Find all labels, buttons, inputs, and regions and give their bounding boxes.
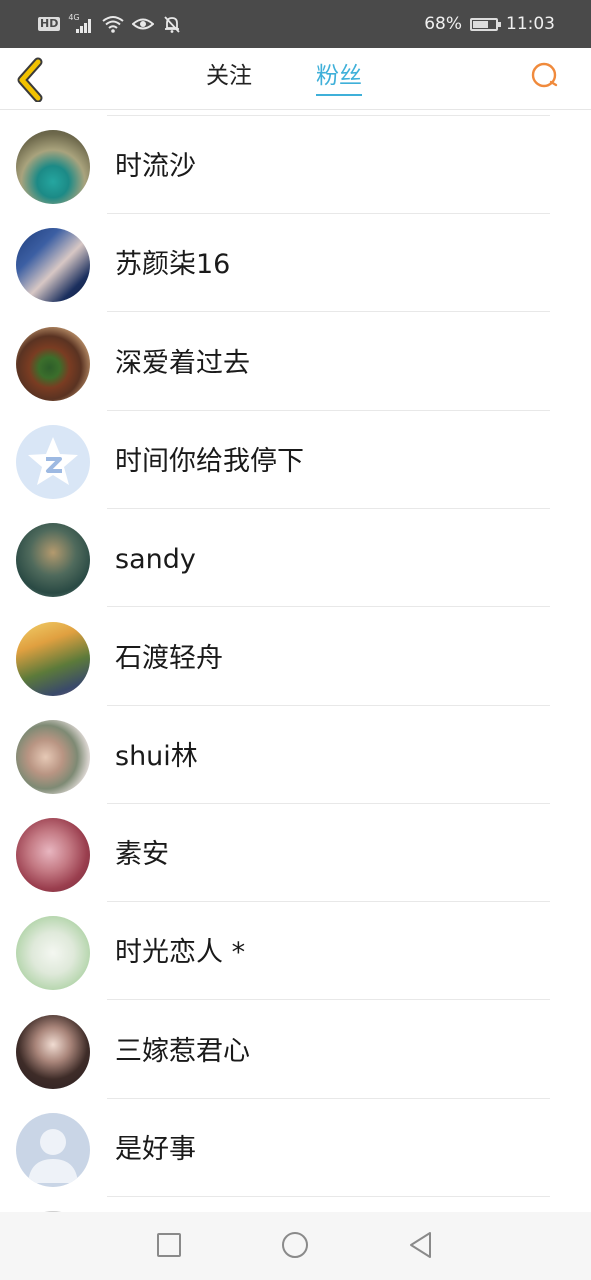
- fan-row[interactable]: 时流沙: [0, 116, 591, 214]
- avatar[interactable]: [16, 523, 90, 598]
- hd-badge: HD: [38, 17, 61, 31]
- avatar[interactable]: [16, 818, 90, 893]
- status-bar: HD 4G 68% 11:03: [0, 0, 591, 48]
- search-button[interactable]: [529, 60, 561, 92]
- recent-apps-button[interactable]: [154, 1230, 184, 1260]
- avatar[interactable]: [16, 1113, 90, 1187]
- avatar[interactable]: [16, 621, 90, 696]
- tab-follow[interactable]: 关注: [206, 58, 252, 98]
- avatar[interactable]: [16, 1014, 90, 1089]
- battery-icon: [470, 17, 501, 31]
- fan-row[interactable]: 深爱着过去: [0, 313, 591, 411]
- avatar[interactable]: [16, 719, 90, 794]
- eye-comfort-icon: [132, 18, 155, 30]
- default-avatar-star-icon: [28, 436, 78, 485]
- tab-follow-label: 关注: [206, 63, 252, 89]
- search-icon: [531, 62, 558, 88]
- fan-list: 时流沙苏颜柒16 深爱着过去时间你给我停下 sandy 石渡轻舟 shui林素安时光恋人…: [0, 110, 591, 1212]
- status-right: 68% 11:03: [424, 10, 555, 38]
- fan-row[interactable]: 时间你给我停下: [0, 411, 591, 509]
- list-divider: [107, 1196, 550, 1197]
- fan-name: 时光恋人 *: [115, 937, 246, 969]
- fan-name: 三嫁惹君心: [115, 1035, 250, 1067]
- fan-row[interactable]: 素安: [0, 804, 591, 903]
- recent-apps-icon: [157, 1233, 181, 1257]
- back-icon: [410, 1232, 431, 1258]
- avatar[interactable]: [16, 326, 90, 401]
- app-header: 关注 粉丝: [0, 48, 591, 110]
- fan-name: 苏颜柒16: [115, 249, 231, 281]
- fan-row[interactable]: 苏颜柒16: [0, 214, 591, 313]
- fan-row[interactable]: 三嫁惹君心: [0, 1001, 591, 1099]
- network-type-label: 4G: [68, 13, 80, 22]
- fan-row[interactable]: 时光恋人 *: [0, 902, 591, 1001]
- fan-row[interactable]: shui林: [0, 706, 591, 804]
- bell-muted-icon: [164, 16, 181, 33]
- active-tab-indicator: [316, 94, 362, 96]
- home-icon: [282, 1232, 308, 1258]
- wifi-icon: [102, 16, 124, 33]
- back-button[interactable]: [12, 54, 52, 103]
- fan-row[interactable]: 是好事: [0, 1099, 591, 1197]
- battery-fill: [473, 20, 488, 28]
- fan-name: 时间你给我停下: [115, 445, 304, 477]
- cell-signal-icon: 4G: [68, 13, 94, 33]
- fan-row[interactable]: 石渡轻舟: [0, 608, 591, 706]
- default-avatar-person-icon: [28, 1129, 78, 1183]
- tab-fans-label: 粉丝: [316, 63, 362, 89]
- fan-name: 深爱着过去: [115, 347, 250, 379]
- battery-percent: 68%: [424, 14, 462, 34]
- fan-row[interactable]: sandy: [0, 509, 591, 608]
- chevron-left-icon: [17, 57, 43, 103]
- nav-back-button[interactable]: [406, 1230, 436, 1260]
- fan-name: 是好事: [115, 1134, 196, 1165]
- home-button[interactable]: [280, 1230, 310, 1260]
- fan-name: 时流沙: [115, 151, 196, 182]
- clock: 11:03: [506, 14, 555, 34]
- fan-name: 素安: [115, 839, 169, 871]
- avatar[interactable]: [16, 228, 90, 303]
- fan-name: sandy: [115, 544, 196, 576]
- status-left: HD 4G: [38, 10, 182, 38]
- nav-bar: [0, 1212, 591, 1280]
- fan-name: 石渡轻舟: [115, 642, 223, 674]
- fan-name: shui林: [115, 740, 198, 772]
- avatar[interactable]: [16, 130, 90, 204]
- avatar[interactable]: [16, 916, 90, 991]
- tab-fans[interactable]: 粉丝: [316, 58, 362, 98]
- app-screen: HD 4G 68% 11:03 关注 粉丝 时流沙 苏颜柒16 深爱着过去 时间…: [0, 0, 591, 1280]
- avatar[interactable]: [16, 424, 90, 499]
